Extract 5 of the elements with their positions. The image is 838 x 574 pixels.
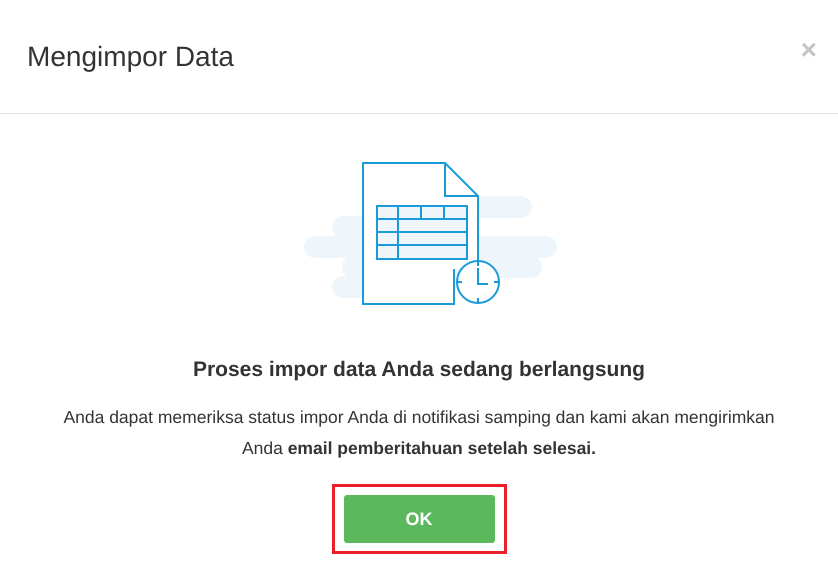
- status-message: Anda dapat memeriksa status impor Anda di notifikasi samping dan kami akan mengirimkan Anda email pemberitahuan setelah selesai.: [62, 406, 776, 460]
- close-button[interactable]: ×: [800, 36, 817, 64]
- ok-button[interactable]: OK: [344, 495, 494, 543]
- status-heading: Proses impor data Anda sedang berlangsung: [193, 358, 645, 382]
- dialog-title: Mengimpor Data: [27, 40, 234, 72]
